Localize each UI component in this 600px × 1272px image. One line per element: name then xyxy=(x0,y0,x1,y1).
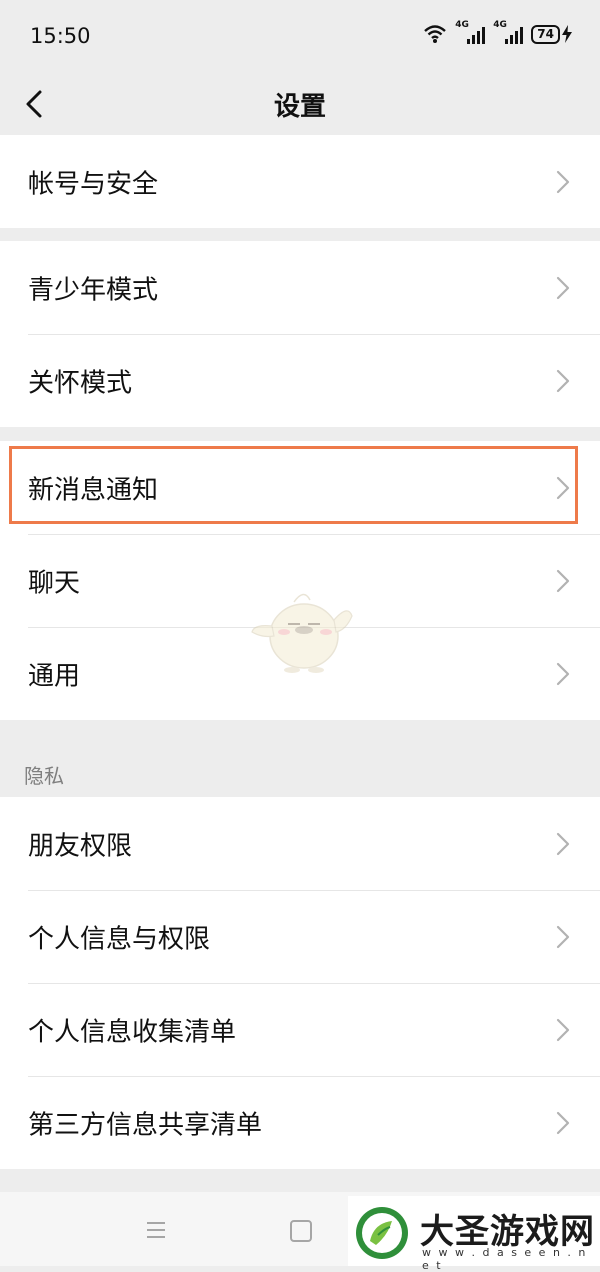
mascot-watermark-icon xyxy=(251,593,353,673)
settings-item-label: 帐号与安全 xyxy=(28,169,159,199)
settings-item-label: 青少年模式 xyxy=(28,275,159,305)
menu-icon[interactable] xyxy=(146,1220,166,1240)
chevron-right-icon xyxy=(556,1018,570,1041)
settings-item-label: 通用 xyxy=(28,661,81,691)
chevron-right-icon xyxy=(556,369,570,392)
chevron-right-icon xyxy=(556,662,570,685)
watermark-url: w w w . d a s e e n . n e t xyxy=(422,1246,588,1272)
settings-item-care-mode[interactable]: 关怀模式 xyxy=(0,334,600,427)
status-bar: 15:50 4G 4G 74 xyxy=(0,0,600,72)
chevron-right-icon xyxy=(556,925,570,948)
highlight-frame xyxy=(9,446,578,524)
chevron-right-icon xyxy=(556,170,570,193)
settings-group-modes: 青少年模式 关怀模式 xyxy=(0,241,600,427)
settings-item-personal-info-collection-list[interactable]: 个人信息收集清单 xyxy=(0,983,600,1076)
settings-item-label: 个人信息与权限 xyxy=(28,924,211,954)
chevron-right-icon xyxy=(556,569,570,592)
settings-item-label: 关怀模式 xyxy=(28,368,133,398)
settings-item-label: 个人信息收集清单 xyxy=(28,1017,237,1047)
square-home-icon[interactable] xyxy=(290,1220,312,1242)
settings-item-label: 第三方信息共享清单 xyxy=(28,1110,263,1140)
chevron-right-icon xyxy=(556,1111,570,1134)
settings-item-personal-info-permissions[interactable]: 个人信息与权限 xyxy=(0,890,600,983)
battery-indicator: 74 xyxy=(531,24,572,44)
title-bar: 设置 xyxy=(0,72,600,134)
wifi-icon xyxy=(424,25,447,43)
settings-item-account-security[interactable]: 帐号与安全 xyxy=(0,135,600,228)
battery-level: 74 xyxy=(531,24,560,44)
site-logo-icon xyxy=(356,1207,408,1259)
signal-strength-1-icon: 4G xyxy=(455,20,486,46)
chevron-right-icon xyxy=(556,276,570,299)
signal-strength-2-icon: 4G xyxy=(493,20,524,46)
settings-item-third-party-sharing-list[interactable]: 第三方信息共享清单 xyxy=(0,1076,600,1169)
status-icons: 4G 4G 74 xyxy=(423,20,572,46)
page-title: 设置 xyxy=(273,92,326,122)
settings-item-friend-permissions[interactable]: 朋友权限 xyxy=(0,797,600,890)
chevron-right-icon xyxy=(556,832,570,855)
section-label-privacy: 隐私 xyxy=(24,764,64,788)
settings-group-privacy: 朋友权限 个人信息与权限 个人信息收集清单 第三方信息共享清单 xyxy=(0,797,600,1169)
settings-item-teen-mode[interactable]: 青少年模式 xyxy=(0,241,600,334)
settings-group-account: 帐号与安全 xyxy=(0,135,600,228)
lightning-icon xyxy=(562,25,572,43)
settings-item-label: 朋友权限 xyxy=(28,831,133,861)
settings-item-label: 聊天 xyxy=(28,568,81,598)
site-watermark: 大圣游戏网 w w w . d a s e e n . n e t xyxy=(348,1196,600,1272)
status-time: 15:50 xyxy=(30,24,91,48)
